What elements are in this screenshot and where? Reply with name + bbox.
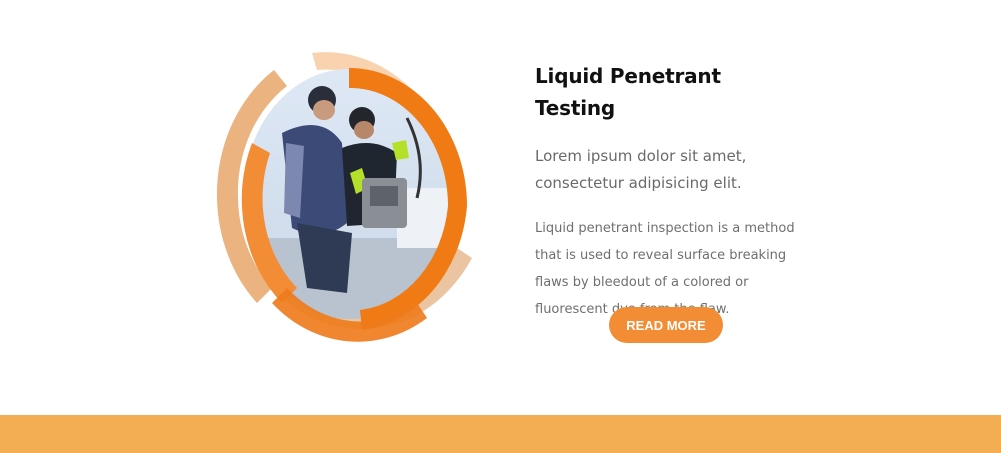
feature-lead: Lorem ipsum dolor sit amet, consectetur … (535, 147, 747, 192)
footer-band (0, 415, 1001, 453)
feature-title: Liquid Penetrant Testing (535, 64, 721, 120)
feature-section: Liquid Penetrant Testing Lorem ipsum dol… (0, 0, 1001, 415)
feature-content: Liquid Penetrant Testing Lorem ipsum dol… (535, 60, 805, 323)
workers-inspection-photo-icon (216, 52, 472, 342)
read-more-button[interactable]: READ MORE (609, 307, 723, 343)
feature-image (212, 48, 482, 356)
